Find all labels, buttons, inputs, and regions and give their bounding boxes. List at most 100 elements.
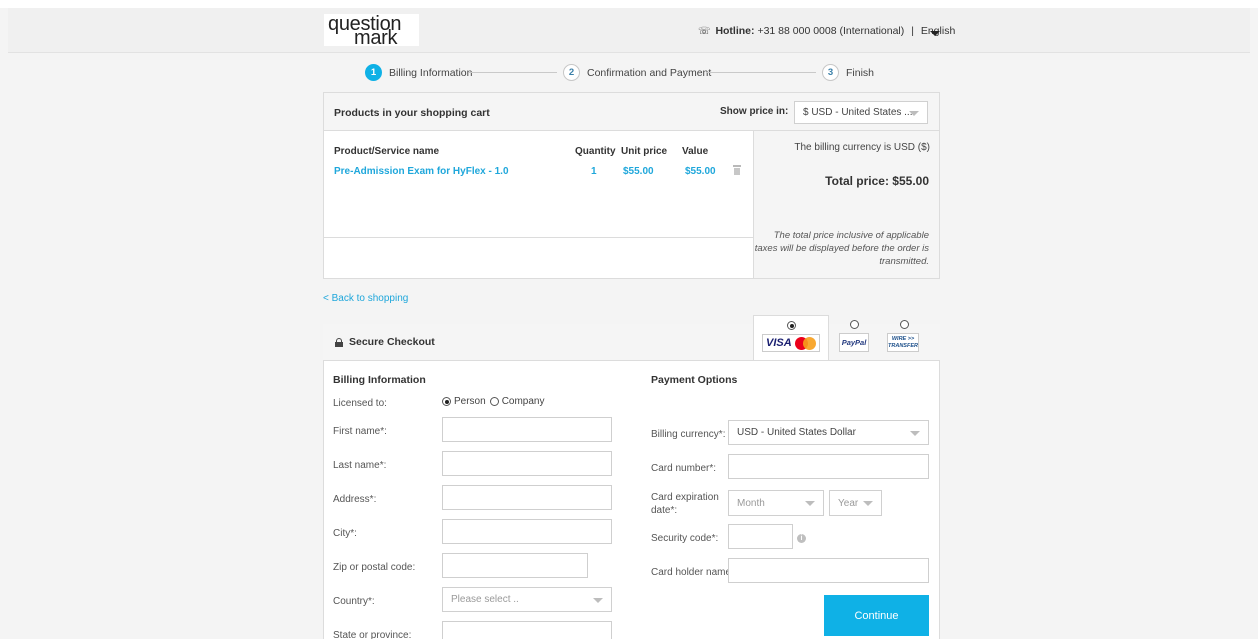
checkout-progress: 1 Billing Information 2 Confirmation and… (365, 64, 885, 82)
continue-button[interactable]: Continue (824, 595, 929, 636)
language-dropdown-icon[interactable] (930, 31, 940, 36)
person-label: Person (454, 396, 486, 407)
city-label: City*: (333, 528, 357, 539)
payment-options-heading: Payment Options (651, 374, 738, 386)
wire-text-line1: WIRE >> (891, 336, 915, 342)
column-header-quantity: Quantity (575, 146, 616, 157)
secure-checkout-heading: Secure Checkout (335, 336, 435, 348)
state-label: State or province: (333, 630, 412, 639)
cart-title: Products in your shopping cart (334, 107, 490, 119)
step-billing-information: 1 Billing Information (365, 64, 472, 81)
card-number-label: Card number*: (651, 463, 717, 474)
visa-text: VISA (766, 337, 792, 349)
cart-item-name[interactable]: Pre-Admission Exam for HyFlex - 1.0 (334, 166, 509, 177)
price-currency-select[interactable]: $ USD - United States ... (794, 101, 928, 124)
first-name-label: First name*: (333, 426, 387, 437)
card-number-field[interactable] (728, 454, 929, 479)
site-header: question mark ☏ Hotline: +31 88 000 0008… (8, 8, 1250, 53)
country-placeholder: Please select .. (451, 594, 519, 605)
trash-icon[interactable] (733, 165, 741, 175)
questionmark-logo[interactable]: question mark (324, 13, 419, 49)
divider (324, 237, 753, 238)
billing-currency-select[interactable]: USD - United States Dollar (728, 420, 929, 445)
radio-company[interactable] (489, 397, 499, 406)
address-field[interactable] (442, 485, 612, 510)
hotline-label: Hotline: (715, 25, 755, 37)
hotline-info: ☏ Hotline: +31 88 000 0008 (Internationa… (698, 25, 955, 37)
card-expiration-label-line2: date*: (651, 505, 678, 516)
paypal-logo[interactable]: PayPal (839, 333, 869, 352)
step-connector (706, 72, 816, 73)
show-price-label: Show price in: (720, 106, 789, 117)
wire-text-line2: TRANSFER (888, 343, 918, 349)
country-select[interactable]: Please select .. (442, 587, 612, 612)
step-2-label: Confirmation and Payment (587, 66, 712, 79)
country-label: Country*: (333, 596, 375, 607)
zip-label: Zip or postal code: (333, 562, 416, 573)
zip-field[interactable] (442, 553, 588, 578)
month-placeholder: Month (737, 497, 765, 509)
radio-paypal[interactable] (850, 320, 859, 329)
cart-table: Product/Service name Quantity Unit price… (324, 131, 753, 278)
cart-header: Products in your shopping cart Show pric… (324, 93, 939, 131)
header-separator: | (911, 25, 914, 37)
licensed-to-label: Licensed to: (333, 398, 387, 409)
security-code-label: Security code*: (651, 533, 719, 544)
card-holder-label: Card holder name*: (651, 567, 738, 578)
cart-item-quantity: 1 (591, 166, 597, 177)
step-2-number: 2 (563, 64, 580, 81)
tax-note: The total price inclusive of applicable … (754, 230, 929, 267)
wire-transfer-logo[interactable]: WIRE >> TRANSFER (887, 333, 919, 352)
card-expiration-label-line1: Card expiration (651, 492, 719, 503)
shopping-cart-panel: Products in your shopping cart Show pric… (323, 92, 940, 279)
step-confirmation-and-payment: 2 Confirmation and Payment (563, 64, 711, 81)
chevron-down-icon (909, 110, 919, 116)
company-label: Company (501, 396, 545, 407)
state-field[interactable] (442, 621, 612, 639)
billing-information-heading: Billing Information (333, 374, 426, 386)
info-icon[interactable]: i (797, 534, 806, 543)
cart-summary: The billing currency is USD ($) Total pr… (753, 131, 939, 278)
top-strip (0, 0, 1258, 8)
price-currency-value: $ USD - United States ... (803, 107, 913, 118)
security-code-field[interactable] (728, 524, 793, 549)
visa-mastercard-logo: VISA (762, 334, 820, 352)
cart-item-unit-price: $55.00 (623, 166, 654, 177)
step-1-label: Billing Information (389, 66, 473, 79)
radio-wire-transfer[interactable] (900, 320, 909, 329)
step-connector (469, 72, 557, 73)
expiration-year-select[interactable]: Year (829, 490, 882, 516)
chevron-down-icon (910, 430, 920, 436)
licensed-to-options: Person Company (442, 396, 549, 407)
last-name-label: Last name*: (333, 460, 387, 471)
back-to-shopping-link[interactable]: < Back to shopping (323, 293, 408, 304)
chevron-down-icon (593, 597, 603, 603)
billing-currency-note: The billing currency is USD ($) (794, 142, 930, 153)
radio-card[interactable] (787, 321, 796, 330)
logo-text-line2: mark (354, 27, 398, 49)
chevron-down-icon (863, 501, 873, 506)
card-holder-field[interactable] (728, 558, 929, 583)
step-1-number: 1 (365, 64, 382, 81)
mastercard-icon (794, 336, 817, 350)
first-name-field[interactable] (442, 417, 612, 442)
chevron-down-icon (805, 501, 815, 506)
hotline-number: +31 88 000 0008 (International) (757, 25, 905, 37)
city-field[interactable] (442, 519, 612, 544)
cart-item-value: $55.00 (685, 166, 716, 177)
total-price: Total price: $55.00 (825, 174, 929, 188)
radio-person[interactable] (442, 397, 451, 406)
year-placeholder: Year (838, 497, 859, 509)
expiration-month-select[interactable]: Month (728, 490, 824, 516)
phone-icon: ☏ (698, 26, 711, 37)
billing-currency-label: Billing currency*: (651, 429, 726, 440)
step-3-number: 3 (822, 64, 839, 81)
secure-checkout-bar: Secure Checkout (323, 324, 753, 360)
lock-icon (335, 337, 343, 347)
column-header-value: Value (682, 146, 709, 157)
billing-currency-value: USD - United States Dollar (737, 427, 856, 438)
last-name-field[interactable] (442, 451, 612, 476)
address-label: Address*: (333, 494, 377, 505)
payment-method-card-tab[interactable]: VISA (753, 315, 829, 360)
step-3-label: Finish (846, 66, 875, 79)
